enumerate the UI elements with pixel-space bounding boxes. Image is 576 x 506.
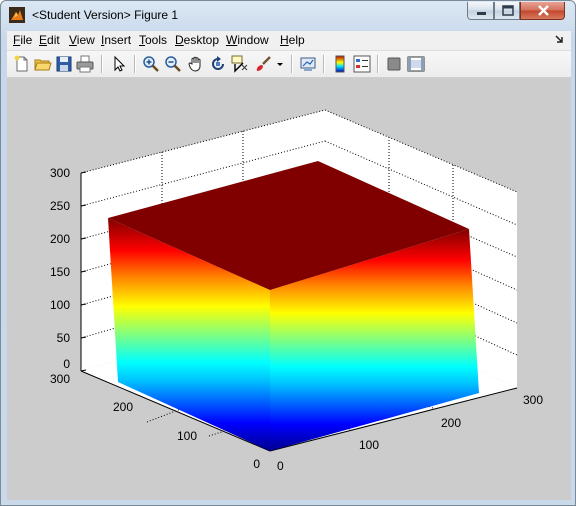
menu-view[interactable]: View: [69, 33, 95, 47]
window-title: <Student Version> Figure 1: [32, 8, 179, 22]
minimize-icon: [477, 12, 486, 15]
y-tick-label: 100: [177, 429, 197, 443]
link-plot-icon[interactable]: [299, 55, 317, 73]
brush-dropdown-icon[interactable]: [275, 55, 285, 73]
surface-plot[interactable]: 300 250 200 150 100 50 0 300 200 100 0 0…: [7, 78, 571, 500]
z-tick-label: 200: [50, 232, 70, 246]
menu-insert[interactable]: Insert: [101, 33, 131, 47]
menu-desktop[interactable]: Desktop: [175, 33, 219, 47]
hide-plot-tools-icon[interactable]: [385, 55, 403, 73]
zoom-in-icon[interactable]: [142, 55, 160, 73]
x-tick-label: 0: [277, 459, 284, 473]
x-tick-label: 200: [441, 416, 461, 430]
menu-edit[interactable]: Edit: [39, 33, 60, 47]
z-axis-ticks: 300 250 200 150 100 50 0: [50, 166, 70, 371]
title-bar[interactable]: <Student Version> Figure 1: [1, 1, 575, 30]
open-file-icon[interactable]: [34, 55, 52, 73]
z-tick-label: 50: [57, 331, 71, 345]
figure-canvas[interactable]: 300 250 200 150 100 50 0 300 200 100 0 0…: [7, 78, 571, 500]
menu-bar: File Edit View Insert Tools Desktop Wind…: [7, 31, 571, 51]
edit-plot-arrow-icon[interactable]: [110, 55, 128, 73]
menu-tools[interactable]: Tools: [139, 33, 167, 47]
menu-window[interactable]: Window: [226, 33, 269, 47]
maximize-icon: [502, 5, 514, 16]
save-icon[interactable]: [55, 55, 73, 73]
minimize-button[interactable]: [467, 2, 494, 20]
insert-legend-icon[interactable]: [353, 55, 371, 73]
rotate-3d-icon[interactable]: [209, 55, 227, 73]
x-tick-label: 300: [523, 393, 543, 407]
y-tick-label: 300: [50, 372, 70, 386]
insert-colorbar-icon[interactable]: [331, 55, 349, 73]
y-tick-label: 0: [253, 457, 260, 471]
matlab-figure-window: <Student Version> Figure 1 File Edit Vie…: [0, 0, 576, 506]
matlab-logo-icon: [9, 7, 25, 23]
x-tick-label: 100: [359, 438, 379, 452]
brush-icon[interactable]: [254, 55, 272, 73]
z-tick-label: 100: [50, 298, 70, 312]
menu-file[interactable]: File: [13, 33, 32, 47]
toolbar-separator: [291, 55, 292, 73]
close-button[interactable]: [520, 2, 565, 20]
dock-arrow-icon[interactable]: [555, 34, 565, 44]
z-tick-label: 250: [50, 199, 70, 213]
z-tick-label: 300: [50, 166, 70, 180]
pan-hand-icon[interactable]: [187, 55, 205, 73]
menu-help[interactable]: Help: [280, 33, 305, 47]
figure-toolbar: [7, 51, 571, 78]
toolbar-separator: [377, 55, 378, 73]
print-icon[interactable]: [76, 55, 94, 73]
show-plot-tools-icon[interactable]: [407, 55, 425, 73]
z-tick-label: 0: [63, 357, 70, 371]
toolbar-separator: [101, 55, 102, 73]
zoom-out-icon[interactable]: [164, 55, 182, 73]
data-cursor-icon[interactable]: [231, 55, 249, 73]
close-icon: [538, 5, 549, 16]
maximize-button[interactable]: [494, 2, 520, 20]
z-tick-label: 150: [50, 265, 70, 279]
toolbar-separator: [323, 55, 324, 73]
y-tick-label: 200: [113, 400, 133, 414]
new-figure-icon[interactable]: [13, 55, 31, 73]
toolbar-separator: [134, 55, 135, 73]
